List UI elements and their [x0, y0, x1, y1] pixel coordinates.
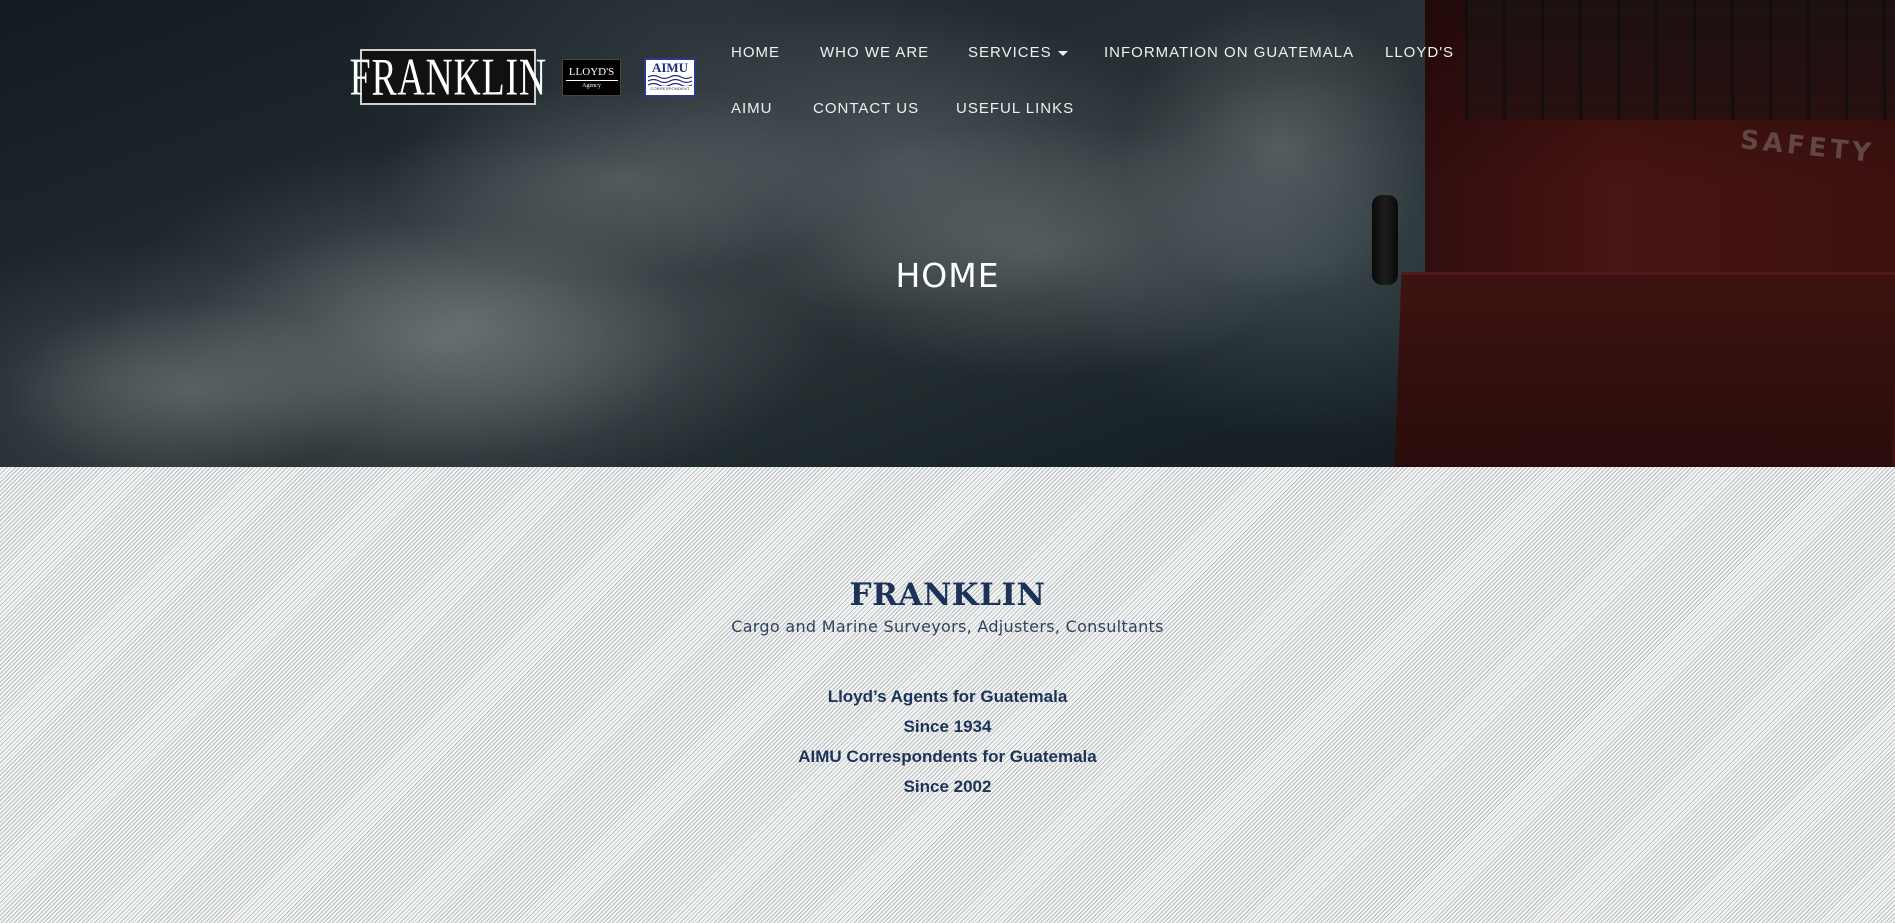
credential-line: Lloyd’s Agents for Guatemala: [827, 687, 1068, 706]
nav-services-label: SERVICES: [968, 44, 1052, 61]
franklin-logo-text: FRANKLIN: [349, 47, 547, 106]
lloyds-logo-text: LLOYD'S: [568, 65, 615, 78]
credential-line: Since 2002: [903, 777, 992, 796]
hero-banner: SAFETY FRANKLIN LLOYD'S Agency AIMU CORR…: [0, 0, 1895, 467]
page-title: HOME: [895, 256, 1000, 295]
nav-contact-us[interactable]: CONTACT US: [813, 100, 919, 118]
lloyds-agency-logo: LLOYD'S Agency: [562, 59, 621, 96]
nav-lloyds[interactable]: LLOYD'S: [1385, 44, 1454, 62]
credential-line: Since 1934: [903, 717, 992, 736]
nav-aimu[interactable]: AIMU: [731, 100, 773, 118]
nav-services[interactable]: SERVICES: [968, 44, 1068, 62]
lloyds-logo-subtext: Agency: [582, 82, 601, 89]
company-name-heading: FRANKLIN: [849, 577, 1046, 613]
nav-information-on-guatemala[interactable]: INFORMATION ON GUATEMALA: [1104, 44, 1354, 62]
lloyds-logo-divider: [565, 79, 618, 81]
franklin-logo[interactable]: FRANKLIN: [349, 49, 546, 105]
credentials-list: Lloyd’s Agents for Guatemala Since 1934 …: [0, 686, 1895, 806]
hero-overlay: [0, 0, 1895, 467]
aimu-logo-text: AIMU: [651, 60, 689, 75]
credential-line: AIMU Correspondents for Guatemala: [798, 747, 1097, 766]
aimu-waves-icon: [648, 74, 692, 86]
nav-who-we-are[interactable]: WHO WE ARE: [820, 44, 929, 62]
chevron-down-icon: [1057, 50, 1068, 56]
aimu-logo-subtext: CORRESPONDENT: [650, 86, 690, 91]
nav-home[interactable]: HOME: [731, 44, 780, 62]
company-tagline: Cargo and Marine Surveyors, Adjusters, C…: [731, 617, 1164, 636]
aimu-correspondent-logo: AIMU CORRESPONDENT: [644, 58, 696, 97]
nav-useful-links[interactable]: USEFUL LINKS: [956, 100, 1074, 118]
